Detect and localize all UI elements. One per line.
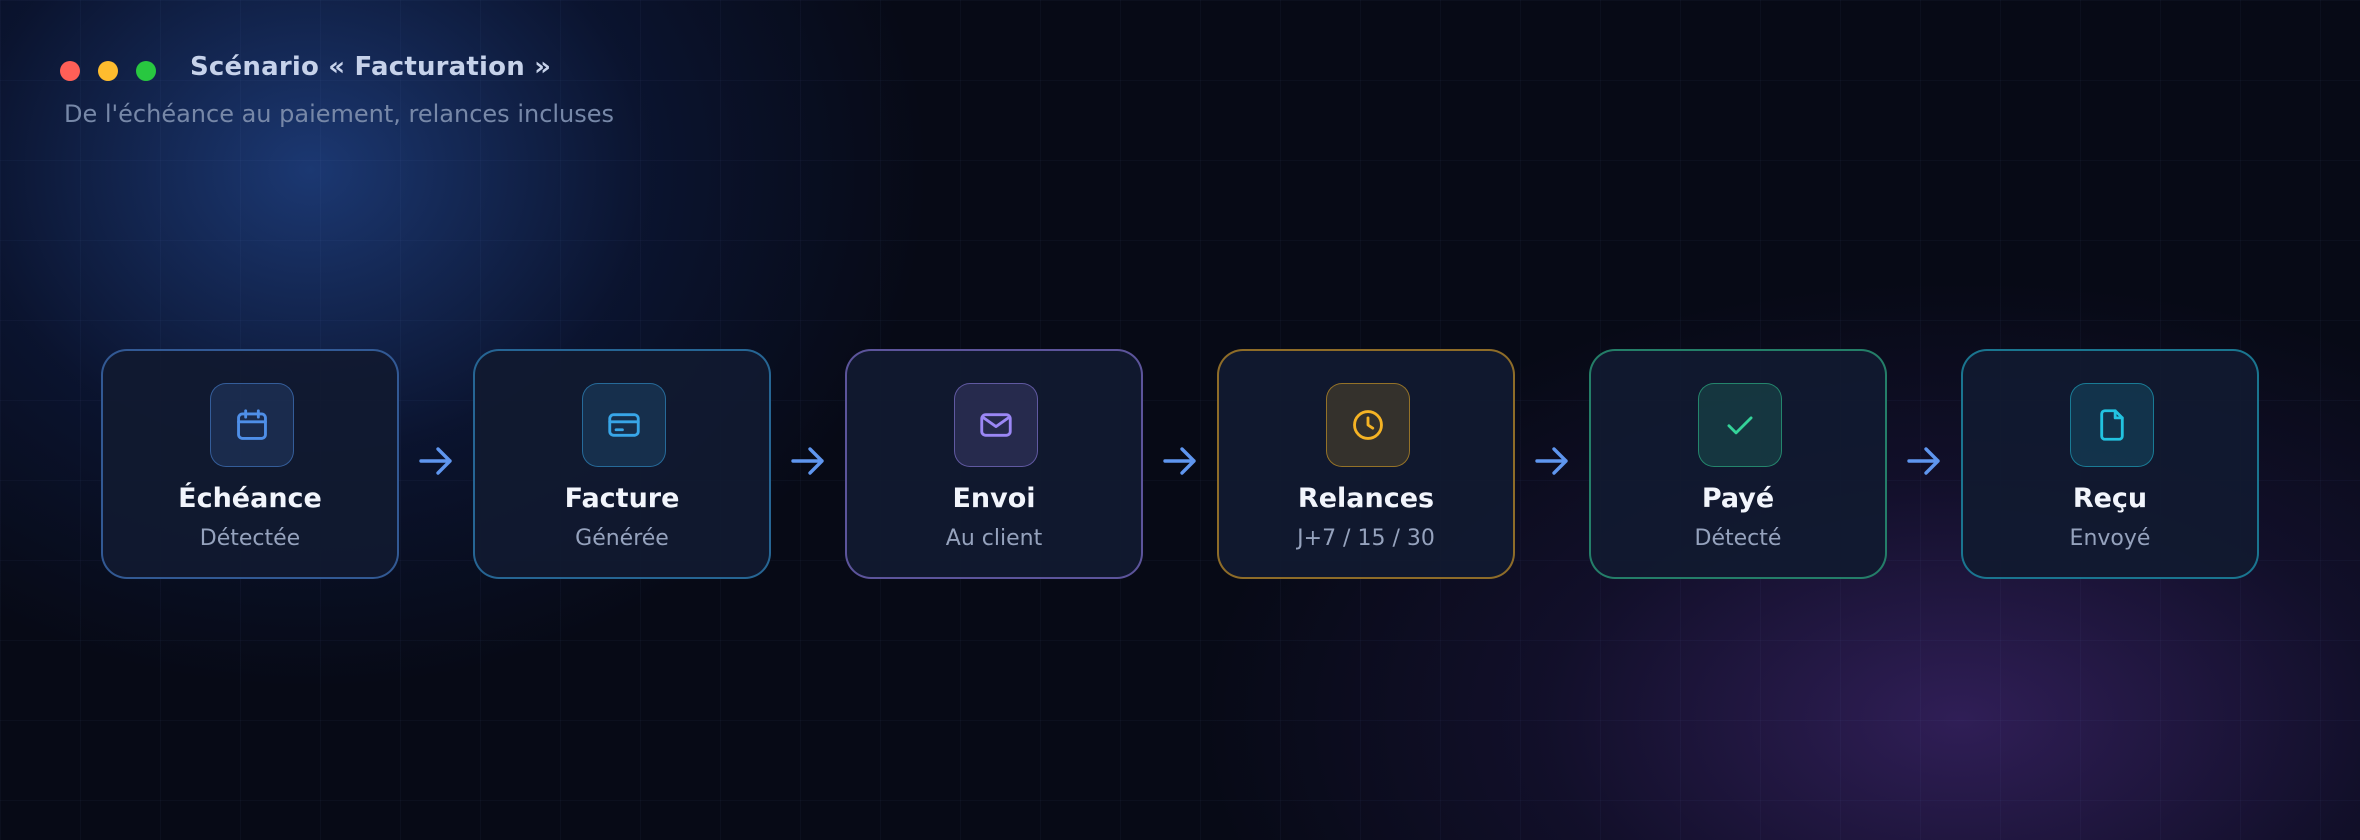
credit-card-icon xyxy=(608,413,640,437)
step-title: Envoi xyxy=(952,483,1036,514)
step-card-facture[interactable]: Facture Générée xyxy=(473,349,771,579)
step-card-envoi[interactable]: Envoi Au client xyxy=(845,349,1143,579)
flow-arrow-icon xyxy=(1160,441,1200,481)
step-subtitle: Générée xyxy=(575,526,669,551)
flow-arrow-icon xyxy=(1904,441,1944,481)
step-card-paye[interactable]: Payé Détecté xyxy=(1589,349,1887,579)
step-subtitle: Envoyé xyxy=(2069,526,2151,551)
step-title: Facture xyxy=(564,483,680,514)
step-icon-box xyxy=(954,383,1038,467)
step-card-echeance[interactable]: Échéance Détectée xyxy=(101,349,399,579)
flow-arrow-icon xyxy=(416,441,456,481)
flow-arrow-icon xyxy=(1532,441,1572,481)
calendar-icon xyxy=(237,409,267,440)
check-icon xyxy=(1727,416,1753,435)
step-subtitle: J+7 / 15 / 30 xyxy=(1297,526,1435,551)
step-icon-box xyxy=(210,383,294,467)
step-title: Reçu xyxy=(2072,483,2148,514)
step-card-recu[interactable]: Reçu Envoyé xyxy=(1961,349,2259,579)
mail-icon xyxy=(980,413,1012,437)
step-icon-box xyxy=(1326,383,1410,467)
step-icon-box xyxy=(582,383,666,467)
workflow-diagram: Échéance Détectée Facture Générée Envoi Au cl… xyxy=(0,0,2360,840)
step-icon-box xyxy=(2070,383,2154,467)
step-title: Relances xyxy=(1297,483,1435,514)
step-icon-box xyxy=(1698,383,1782,467)
file-icon xyxy=(2100,409,2124,441)
flow-arrow-icon xyxy=(788,441,828,481)
step-subtitle: Détectée xyxy=(199,526,301,551)
step-title: Payé xyxy=(1701,483,1775,514)
step-title: Échéance xyxy=(178,483,322,514)
step-subtitle: Au client xyxy=(945,526,1043,551)
step-card-relances[interactable]: Relances J+7 / 15 / 30 xyxy=(1217,349,1515,579)
step-subtitle: Détecté xyxy=(1694,526,1782,551)
clock-icon xyxy=(1353,410,1383,440)
